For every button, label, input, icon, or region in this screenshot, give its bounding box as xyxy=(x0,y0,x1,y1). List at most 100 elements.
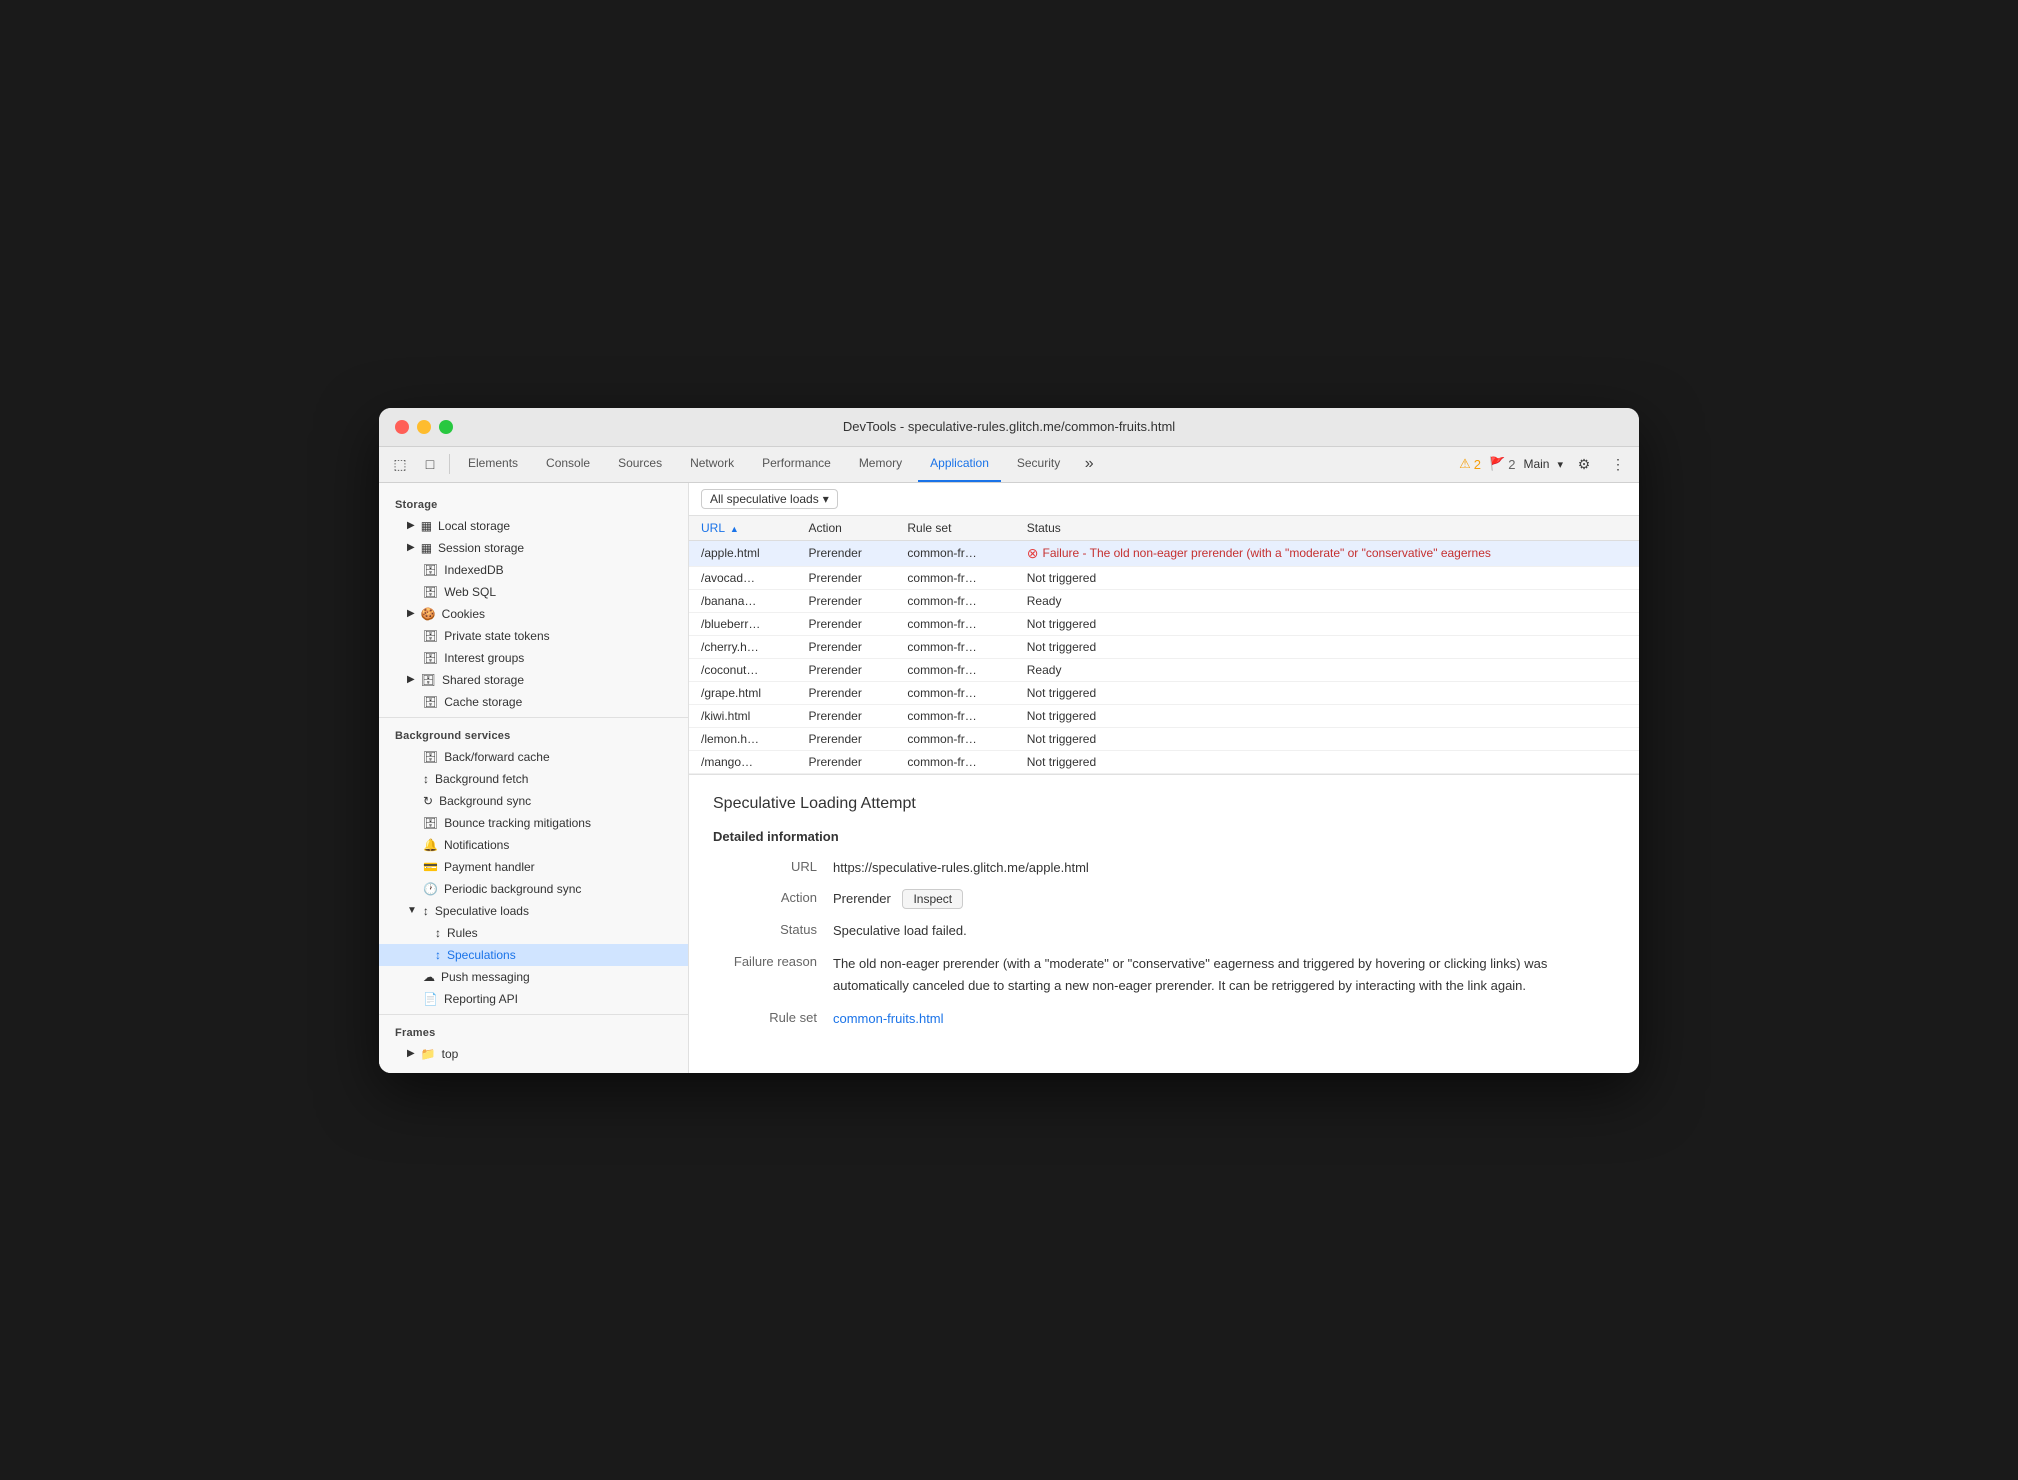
clock-icon: 🕐 xyxy=(423,882,438,896)
sidebar-item-session-storage[interactable]: ▶ ▦ Session storage xyxy=(379,537,688,559)
cell-ruleset: common-fr… xyxy=(895,681,1014,704)
cell-status: ⊗Failure - The old non-eager prerender (… xyxy=(1015,540,1639,566)
more-options-icon[interactable]: ⋮ xyxy=(1605,451,1631,477)
table-row[interactable]: /kiwi.htmlPrerendercommon-fr…Not trigger… xyxy=(689,704,1639,727)
col-action[interactable]: Action xyxy=(796,516,895,541)
sidebar-item-local-storage[interactable]: ▶ ▦ Local storage xyxy=(379,515,688,537)
sidebar-item-rules[interactable]: ↕ Rules xyxy=(379,922,688,944)
inspect-button[interactable]: Inspect xyxy=(902,889,963,909)
tab-console[interactable]: Console xyxy=(534,446,602,482)
sidebar-item-background-sync[interactable]: ↻ Background sync xyxy=(379,790,688,812)
close-button[interactable] xyxy=(395,420,409,434)
sidebar-item-cookies[interactable]: ▶ 🍪 Cookies xyxy=(379,603,688,625)
db-icon: 🗄 xyxy=(421,673,436,687)
sidebar-item-back-forward-cache[interactable]: 🗄 Back/forward cache xyxy=(379,746,688,768)
sidebar-item-label: Periodic background sync xyxy=(444,882,581,896)
error-badge[interactable]: 🚩 2 xyxy=(1489,456,1515,472)
table-row[interactable]: /apple.htmlPrerendercommon-fr…⊗Failure -… xyxy=(689,540,1639,566)
cookie-icon: 🍪 xyxy=(421,607,436,621)
sidebar-item-label: Reporting API xyxy=(444,992,518,1006)
arrow-icon: ▶ xyxy=(407,520,415,531)
cell-ruleset: common-fr… xyxy=(895,635,1014,658)
table-row[interactable]: /cherry.h…Prerendercommon-fr…Not trigger… xyxy=(689,635,1639,658)
tab-security[interactable]: Security xyxy=(1005,446,1072,482)
tab-memory[interactable]: Memory xyxy=(847,446,914,482)
warning-badge[interactable]: ⚠ 2 xyxy=(1459,456,1481,472)
cell-status: Not triggered xyxy=(1015,727,1639,750)
sidebar-item-periodic-bg-sync[interactable]: 🕐 Periodic background sync xyxy=(379,878,688,900)
sidebar-item-speculations[interactable]: ↕ Speculations xyxy=(379,944,688,966)
cell-action: Prerender xyxy=(796,704,895,727)
table-row[interactable]: /grape.htmlPrerendercommon-fr…Not trigge… xyxy=(689,681,1639,704)
sidebar-item-bounce-tracking[interactable]: 🗄 Bounce tracking mitigations xyxy=(379,812,688,834)
settings-icon[interactable]: ⚙ xyxy=(1571,451,1597,477)
titlebar: DevTools - speculative-rules.glitch.me/c… xyxy=(379,408,1639,447)
tab-performance[interactable]: Performance xyxy=(750,446,843,482)
spec-icon: ↕ xyxy=(435,948,441,962)
sidebar-item-cache-storage[interactable]: 🗄 Cache storage xyxy=(379,691,688,713)
db-icon: 🗄 xyxy=(423,816,438,830)
cell-ruleset: common-fr… xyxy=(895,727,1014,750)
cell-ruleset: common-fr… xyxy=(895,540,1014,566)
sidebar-item-interest-groups[interactable]: 🗄 Interest groups xyxy=(379,647,688,669)
cell-url: /kiwi.html xyxy=(689,704,796,727)
filter-bar: All speculative loads ▾ xyxy=(689,483,1639,516)
grid-icon: ▦ xyxy=(421,541,432,555)
sidebar-item-payment-handler[interactable]: 💳 Payment handler xyxy=(379,856,688,878)
table-row[interactable]: /avocad…Prerendercommon-fr…Not triggered xyxy=(689,566,1639,589)
db-icon: 🗄 xyxy=(423,695,438,709)
col-status[interactable]: Status xyxy=(1015,516,1639,541)
sidebar-item-private-state-tokens[interactable]: 🗄 Private state tokens xyxy=(379,625,688,647)
cell-url: /mango… xyxy=(689,750,796,773)
cell-url: /lemon.h… xyxy=(689,727,796,750)
table-row[interactable]: /coconut…Prerendercommon-fr…Ready xyxy=(689,658,1639,681)
main-dropdown-icon[interactable]: ▾ xyxy=(1557,458,1563,471)
cell-url: /apple.html xyxy=(689,540,796,566)
device-icon[interactable]: □ xyxy=(417,451,443,477)
frames-section-title: Frames xyxy=(379,1019,688,1043)
toolbar-separator xyxy=(449,454,450,474)
sidebar-item-label: Bounce tracking mitigations xyxy=(444,816,591,830)
sidebar-item-notifications[interactable]: 🔔 Notifications xyxy=(379,834,688,856)
rule-set-link[interactable]: common-fruits.html xyxy=(833,1011,944,1026)
table-row[interactable]: /lemon.h…Prerendercommon-fr…Not triggere… xyxy=(689,727,1639,750)
tab-network[interactable]: Network xyxy=(678,446,746,482)
sidebar-item-reporting-api[interactable]: 📄 Reporting API xyxy=(379,988,688,1010)
filter-dropdown-icon: ▾ xyxy=(823,492,829,506)
tab-sources[interactable]: Sources xyxy=(606,446,674,482)
sidebar-item-label: Back/forward cache xyxy=(444,750,549,764)
sidebar-item-indexeddb[interactable]: 🗄 IndexedDB xyxy=(379,559,688,581)
table-row[interactable]: /blueberr…Prerendercommon-fr…Not trigger… xyxy=(689,612,1639,635)
cell-action: Prerender xyxy=(796,727,895,750)
action-value: Prerender xyxy=(833,891,891,906)
tab-application[interactable]: Application xyxy=(918,446,1001,482)
cell-status: Ready xyxy=(1015,589,1639,612)
filter-select[interactable]: All speculative loads ▾ xyxy=(701,489,838,509)
sidebar-item-speculative-loads[interactable]: ▼ ↕ Speculative loads xyxy=(379,900,688,922)
arrow-icon: ▶ xyxy=(407,1048,415,1059)
sidebar-item-label: Interest groups xyxy=(444,651,524,665)
cloud-icon: ☁ xyxy=(423,970,435,984)
table-row[interactable]: /mango…Prerendercommon-fr…Not triggered xyxy=(689,750,1639,773)
cursor-icon[interactable]: ⬚ xyxy=(387,451,413,477)
devtools-window: DevTools - speculative-rules.glitch.me/c… xyxy=(379,408,1639,1073)
col-url[interactable]: URL ▲ xyxy=(689,516,796,541)
col-ruleset[interactable]: Rule set xyxy=(895,516,1014,541)
sidebar-item-shared-storage[interactable]: ▶ 🗄 Shared storage xyxy=(379,669,688,691)
sidebar-item-push-messaging[interactable]: ☁ Push messaging xyxy=(379,966,688,988)
table-row[interactable]: /banana…Prerendercommon-fr…Ready xyxy=(689,589,1639,612)
tab-elements[interactable]: Elements xyxy=(456,446,530,482)
more-tabs-icon[interactable]: » xyxy=(1076,451,1102,477)
minimize-button[interactable] xyxy=(417,420,431,434)
rule-set-label: Rule set xyxy=(713,1009,833,1025)
cell-action: Prerender xyxy=(796,540,895,566)
status-value: Speculative load failed. xyxy=(833,921,1615,941)
maximize-button[interactable] xyxy=(439,420,453,434)
folder-icon: 📁 xyxy=(421,1047,436,1061)
sidebar-item-web-sql[interactable]: 🗄 Web SQL xyxy=(379,581,688,603)
db-icon: 🗄 xyxy=(423,563,438,577)
spec-icon: ↕ xyxy=(435,926,441,940)
sidebar-item-background-fetch[interactable]: ↕ Background fetch xyxy=(379,768,688,790)
failure-reason-value: The old non-eager prerender (with a "mod… xyxy=(833,953,1615,997)
sidebar-item-top[interactable]: ▶ 📁 top xyxy=(379,1043,688,1065)
